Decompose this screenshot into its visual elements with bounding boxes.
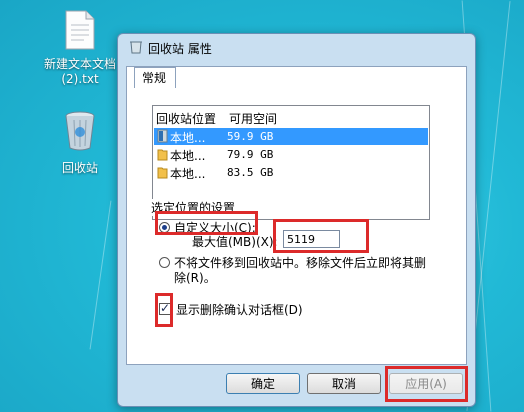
list-header: 回收站位置 可用空间: [153, 106, 429, 127]
highlight-box: [273, 219, 369, 253]
row-location: 本地...: [170, 167, 206, 181]
desktop-icon-text-file[interactable]: 新建文本文档 (2).txt: [40, 10, 120, 87]
row-space: 59.9 GB: [227, 130, 274, 143]
highlight-box: [155, 211, 258, 235]
folder-icon: [157, 167, 168, 179]
tab-general[interactable]: 常规: [134, 67, 176, 88]
highlight-box: [385, 366, 468, 402]
column-header-location[interactable]: 回收站位置: [156, 110, 216, 127]
desktop-decoration: [89, 200, 112, 350]
no-recycle-radio[interactable]: [159, 257, 170, 268]
no-recycle-label-continued: 除(R)。: [174, 271, 216, 285]
recycle-bin-small-icon: [130, 41, 142, 54]
row-space: 79.9 GB: [227, 148, 274, 161]
list-row[interactable]: 本地... 79.9 GB: [154, 146, 428, 163]
folder-icon: [157, 149, 168, 161]
desktop-icon-label: 回收站: [61, 161, 98, 175]
text-file-icon: [40, 10, 120, 53]
list-row[interactable]: 本地... 83.5 GB: [154, 164, 428, 181]
confirm-delete-label[interactable]: 显示删除确认对话框(D): [176, 301, 303, 318]
ok-button[interactable]: 确定: [226, 373, 300, 394]
drive-icon: [157, 129, 168, 143]
desktop-icon-label: 新建文本文档 (2).txt: [43, 57, 116, 86]
highlight-box: [155, 293, 173, 327]
recycle-bin-icon: [40, 110, 120, 155]
row-location: 本地...: [170, 131, 206, 145]
title-bar[interactable]: 回收站 属性: [118, 34, 475, 60]
row-location: 本地...: [170, 149, 206, 163]
cancel-button[interactable]: 取消: [307, 373, 381, 394]
row-space: 83.5 GB: [227, 166, 274, 179]
tab-connector: [135, 86, 175, 89]
column-header-space[interactable]: 可用空间: [229, 110, 277, 127]
desktop-icon-recycle-bin[interactable]: 回收站: [40, 110, 120, 176]
list-row[interactable]: 本地... 59.9 GB: [154, 128, 428, 145]
properties-dialog: 回收站 属性 常规 回收站位置 可用空间 本地... 59.9 GB 本地...…: [117, 33, 476, 407]
max-size-label: 最大值(MB)(X):: [192, 235, 278, 249]
dialog-title: 回收站 属性: [148, 42, 212, 56]
